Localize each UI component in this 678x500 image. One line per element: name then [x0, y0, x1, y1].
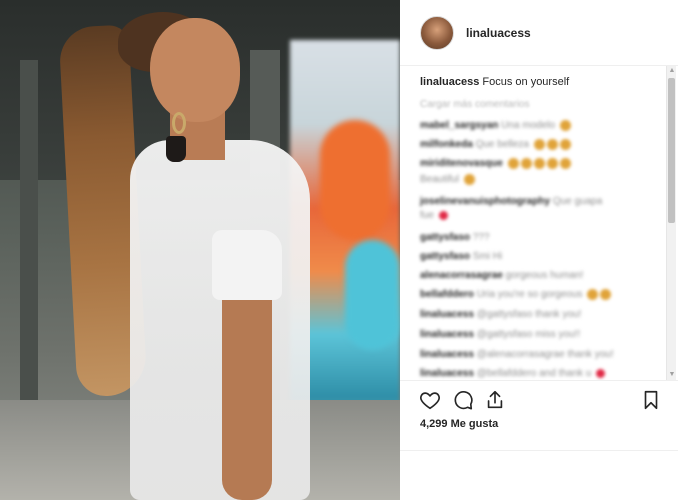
avatar[interactable]: [420, 15, 454, 50]
comments-scrollbar[interactable]: ▲ ▼: [666, 66, 676, 380]
scrollbar-thumb[interactable]: [668, 78, 675, 223]
emoji-icon: [520, 158, 532, 169]
photo-pillar: [20, 60, 38, 400]
emoji-icon: [546, 139, 558, 150]
panel-divider: [400, 450, 678, 451]
emoji-icon: [559, 158, 571, 169]
load-more-comments[interactable]: Cargar más comentarios: [420, 99, 529, 110]
emoji-icon: [559, 139, 571, 150]
emoji-icon: [559, 120, 571, 131]
bookmark-icon[interactable]: [640, 389, 662, 411]
heart-emoji-icon: [438, 210, 448, 220]
comment-item: linaluacess @bellafddero and thank u: [420, 368, 652, 379]
comment-item: miriditenovasque: [420, 158, 652, 169]
comment-icon[interactable]: [452, 389, 474, 411]
comment-item: gattysfaso ???: [420, 232, 490, 243]
photo-graffiti-orange: [320, 120, 390, 240]
likes-count[interactable]: 4,299 Me gusta: [420, 418, 498, 430]
photo-face: [150, 18, 240, 122]
photo-shirt: [130, 140, 310, 500]
emoji-icon: [463, 174, 475, 185]
comment-item: Beautiful: [420, 174, 652, 185]
photo-graffiti-blue: [345, 240, 400, 350]
scroll-down-arrow-icon[interactable]: ▼: [668, 371, 676, 379]
emoji-icon: [546, 158, 558, 169]
caption-username[interactable]: linaluacess: [420, 76, 479, 88]
post-photo[interactable]: [0, 0, 400, 500]
comment-item: linaluacess @alenacorrasagrae thank you!: [420, 349, 614, 360]
emoji-icon: [600, 289, 612, 300]
post-caption: linaluacess Focus on yourself: [420, 76, 569, 88]
heart-emoji-icon: [596, 368, 606, 378]
photo-sleeve: [212, 230, 282, 300]
comment-item: fue: [420, 210, 652, 221]
post-header: linaluacess: [400, 0, 678, 66]
header-username[interactable]: linaluacess: [466, 26, 531, 40]
comment-item: alenacorrasagrae gorgeous human!: [420, 270, 584, 281]
comment-item: milfonkeda Que belleza: [420, 139, 652, 150]
comments-list[interactable]: linaluacess Focus on yourself Cargar más…: [400, 66, 678, 380]
share-icon[interactable]: [484, 389, 506, 411]
emoji-icon: [533, 158, 545, 169]
emoji-icon: [507, 158, 519, 169]
comment-item: bellafddero Uria you're so gorgeous: [420, 289, 652, 300]
comment-item: linaluacess @gattysfaso thank you!: [420, 309, 582, 320]
post-side-panel: linaluacess linaluacess Focus on yoursel…: [400, 0, 678, 500]
comment-item: mabel_sargsyan Una modelo: [420, 120, 652, 131]
emoji-icon: [587, 289, 599, 300]
emoji-icon: [533, 139, 545, 150]
caption-text: Focus on yourself: [482, 76, 570, 88]
photo-earring: [172, 112, 186, 134]
comment-item: gattysfaso Smi Hi: [420, 251, 503, 262]
comment-item: joselinevanuisphotography Que guapa: [420, 196, 603, 207]
photo-tassel: [166, 136, 186, 162]
scroll-up-arrow-icon[interactable]: ▲: [668, 67, 676, 75]
comment-item: linaluacess @gattysfaso miss you!!: [420, 329, 581, 340]
heart-icon[interactable]: [419, 389, 441, 411]
post-actions: [400, 380, 678, 418]
